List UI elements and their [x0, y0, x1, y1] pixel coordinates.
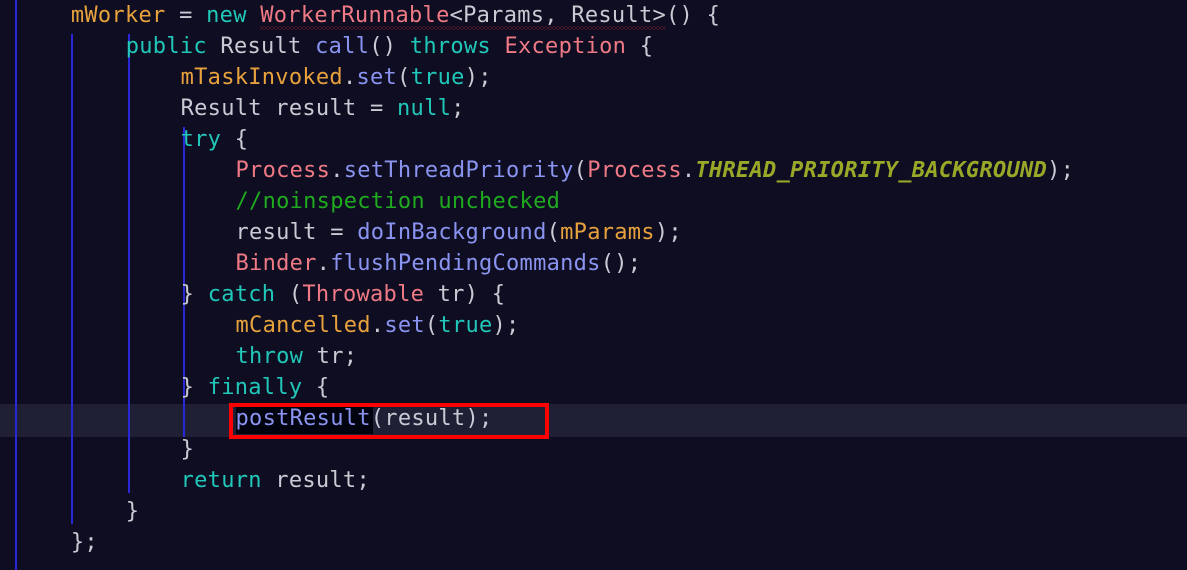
- code-token-keyword: true: [410, 65, 465, 90]
- code-token-plain: );: [654, 220, 682, 245]
- code-token-plain: .: [316, 251, 331, 276]
- code-token-method: call: [315, 34, 370, 59]
- code-token-comment: //noinspection unchecked: [235, 189, 561, 214]
- code-line[interactable]: mWorker = new WorkerRunnable<Params, Res…: [71, 0, 720, 31]
- code-token-method: doInBackground: [357, 220, 547, 245]
- code-token-class: Exception: [504, 34, 627, 59]
- code-token-method: postResult: [235, 406, 371, 431]
- code-token-plain: };: [70, 530, 98, 555]
- code-token-plain: }: [125, 499, 140, 524]
- code-line[interactable]: try {: [181, 124, 249, 155]
- code-token-method: flushPendingCommands: [330, 251, 601, 276]
- code-line[interactable]: Process.setThreadPriority(Process.THREAD…: [236, 155, 1075, 186]
- code-token-field: mParams: [560, 220, 655, 245]
- code-token-class: Process: [235, 158, 331, 183]
- code-token-plain: }: [180, 375, 208, 400]
- code-line[interactable]: } catch (Throwable tr) {: [181, 279, 506, 310]
- code-token-plain: tr;: [303, 344, 358, 369]
- code-line[interactable]: }: [181, 434, 195, 465]
- code-token-plain: (: [397, 65, 411, 90]
- code-token-plain: {: [221, 127, 249, 152]
- code-token-plain: );: [464, 65, 492, 90]
- code-token-plain: (: [573, 158, 588, 183]
- code-lines-container[interactable]: mWorker = new WorkerRunnable<Params, Res…: [0, 0, 1187, 570]
- code-token-constant: THREAD_PRIORITY_BACKGROUND: [695, 158, 1048, 183]
- code-token-plain: (): [369, 34, 410, 59]
- code-token-keyword: return: [180, 468, 262, 493]
- code-token-method: set: [384, 313, 425, 338]
- code-token-plain: }: [180, 437, 195, 462]
- code-line[interactable]: };: [71, 527, 98, 558]
- code-line[interactable]: public Result call() throws Exception {: [126, 31, 654, 62]
- code-token-keyword: throws: [409, 34, 491, 59]
- code-token-plain: () {: [666, 3, 721, 28]
- code-line[interactable]: mCancelled.set(true);: [236, 310, 520, 341]
- code-token-plain: {: [302, 375, 330, 400]
- code-token-keyword: finally: [207, 375, 303, 400]
- code-line[interactable]: postResult(result);: [236, 403, 493, 434]
- code-line[interactable]: result = doInBackground(mParams);: [236, 217, 682, 248]
- code-line[interactable]: mTaskInvoked.set(true);: [181, 62, 492, 93]
- code-token-keyword: public: [125, 34, 207, 59]
- code-token-plain: .: [330, 158, 344, 183]
- code-token-keyword: try: [180, 127, 222, 152]
- code-token-plain: Result result =: [180, 96, 398, 121]
- code-token-keyword: catch: [207, 282, 276, 307]
- code-token-plain: {: [626, 34, 654, 59]
- code-line[interactable]: //noinspection unchecked: [236, 186, 561, 217]
- code-token-plain: (: [546, 220, 561, 245]
- code-token-plain: .: [370, 313, 385, 338]
- code-token-plain: }: [180, 282, 208, 307]
- code-token-plain: (result);: [370, 406, 493, 431]
- code-token-plain: =: [165, 3, 207, 28]
- code-token-plain: );: [1047, 158, 1075, 183]
- code-token-plain: .: [342, 65, 357, 90]
- code-editor-viewport[interactable]: mWorker = new WorkerRunnable<Params, Res…: [0, 0, 1187, 570]
- code-line[interactable]: } finally {: [181, 372, 330, 403]
- code-token-plain: Result: [206, 34, 316, 59]
- code-line[interactable]: Result result = null;: [181, 93, 465, 124]
- code-token-plain: tr) {: [424, 282, 506, 307]
- code-line[interactable]: }: [126, 496, 140, 527]
- code-token-class: WorkerRunnable: [260, 3, 450, 28]
- code-token-class: Throwable: [302, 282, 425, 307]
- code-token-keyword: null: [397, 96, 452, 121]
- code-token-plain: .: [681, 158, 696, 183]
- code-token-plain: );: [492, 313, 520, 338]
- code-token-plain: ();: [600, 251, 642, 276]
- code-line[interactable]: return result;: [181, 465, 370, 496]
- code-token-plain: (: [424, 313, 439, 338]
- code-token-field: mTaskInvoked: [180, 65, 343, 90]
- code-token-keyword: new: [206, 3, 247, 28]
- code-token-keyword: throw: [235, 344, 304, 369]
- code-token-plain: (: [275, 282, 303, 307]
- code-token-class: Process: [587, 158, 682, 183]
- code-token-method: setThreadPriority: [343, 158, 574, 183]
- code-token-plain: result =: [235, 220, 358, 245]
- code-token-plain: ;: [451, 96, 465, 121]
- code-line[interactable]: Binder.flushPendingCommands();: [236, 248, 642, 279]
- code-line[interactable]: throw tr;: [236, 341, 358, 372]
- code-token-class: Binder: [235, 251, 317, 276]
- code-token-plain: <Params, Result>: [449, 3, 667, 28]
- code-token-keyword: true: [438, 313, 493, 338]
- code-token-method: set: [356, 65, 398, 90]
- code-token-plain: result;: [261, 468, 370, 493]
- code-token-field: mWorker: [70, 3, 166, 28]
- code-token-field: mCancelled: [235, 313, 371, 338]
